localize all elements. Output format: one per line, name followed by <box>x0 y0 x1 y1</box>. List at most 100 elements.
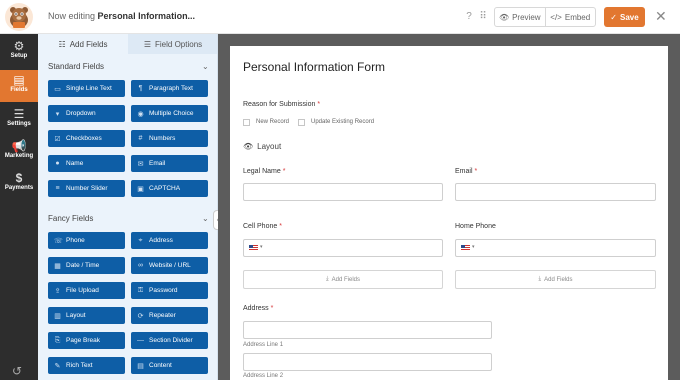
help-icon[interactable]: ? <box>462 10 476 24</box>
field-button-label: Address <box>149 237 173 244</box>
chevron-down-icon: ▾ <box>472 244 475 250</box>
field-button-section-divider[interactable]: — Section Divider <box>131 332 208 349</box>
address-text: Address <box>243 305 269 312</box>
embed-label: Embed <box>564 12 591 22</box>
field-button-label: Layout <box>66 312 86 319</box>
field-button-rich-text[interactable]: ✎ Rich Text <box>48 357 125 374</box>
legal-name-text: Legal Name <box>243 168 281 175</box>
address-line-2-input[interactable] <box>243 353 492 371</box>
field-button-label: Phone <box>66 237 85 244</box>
eye-icon: 👁 <box>243 142 254 151</box>
field-button-label: Number Slider <box>66 185 108 192</box>
rail-item-marketing[interactable]: 📢 Marketing <box>0 136 38 168</box>
form-name: Personal Information... <box>97 11 196 21</box>
preview-label: Preview <box>512 12 541 22</box>
history-icon[interactable]: ↺ <box>12 364 22 378</box>
tab-field-options[interactable]: ☰ Field Options <box>128 34 217 54</box>
field-button-website-url[interactable]: ∞ Website / URL <box>131 257 208 274</box>
add-fields-column-left[interactable]: ⤓ Add Fields <box>243 270 443 289</box>
panel-tabs: ☷ Add Fields ☰ Field Options <box>38 34 217 54</box>
cell-phone-label: Cell Phone * <box>243 223 282 230</box>
checkbox-new-record[interactable] <box>243 119 250 126</box>
field-button-layout[interactable]: ▥ Layout <box>48 307 125 324</box>
link-icon: ∞ <box>138 262 143 269</box>
preview-button[interactable]: 👁 Preview <box>495 8 545 26</box>
field-button-label: Checkboxes <box>66 135 102 142</box>
field-button-content[interactable]: ▤ Content <box>131 357 208 374</box>
email-label: Email * <box>455 168 477 175</box>
radio-icon: ◉ <box>137 110 144 118</box>
checkbox-update-existing[interactable] <box>298 119 305 126</box>
repeat-icon: ⟳ <box>137 312 144 320</box>
rail-item-settings[interactable]: ☰ Settings <box>0 104 38 136</box>
required-mark: * <box>317 101 321 108</box>
top-bar: Now editing Personal Information... ? ⠿ … <box>0 0 680 34</box>
required-mark: * <box>282 168 286 175</box>
field-button-file-upload[interactable]: ⇪ File Upload <box>48 282 125 299</box>
rail-item-setup[interactable]: ⚙ Setup <box>0 36 38 68</box>
field-button-label: Dropdown <box>66 110 96 117</box>
save-button[interactable]: ✓ Save <box>604 7 645 27</box>
home-phone-input[interactable]: ▾ <box>455 239 656 257</box>
required-mark: * <box>279 223 282 230</box>
field-button-name[interactable]: ● Name <box>48 155 125 172</box>
field-button-captcha[interactable]: ▣ CAPTCHA <box>131 180 208 197</box>
field-button-date-time[interactable]: ▦ Date / Time <box>48 257 125 274</box>
map-pin-icon: ⌖ <box>138 236 143 244</box>
embed-button[interactable]: </> Embed <box>544 8 596 26</box>
rail-label: Setup <box>10 53 28 59</box>
check-icon: ✓ <box>610 12 617 22</box>
paragraph-icon: ¶ <box>138 85 143 92</box>
field-button-address[interactable]: ⌖ Address <box>131 232 208 249</box>
option-update-existing: Update Existing Record <box>311 119 375 125</box>
fancy-fields-heading[interactable]: Fancy Fields <box>48 214 93 223</box>
address-line-1-input[interactable] <box>243 321 492 339</box>
us-flag-icon[interactable] <box>461 245 470 251</box>
chevron-down-icon[interactable]: ⌄ <box>202 62 209 71</box>
field-button-single-line-text[interactable]: ▭ Single Line Text <box>48 80 125 97</box>
field-button-numbers[interactable]: # Numbers <box>131 130 208 147</box>
field-button-label: Email <box>149 160 166 167</box>
us-flag-icon[interactable] <box>249 245 258 251</box>
legal-name-input[interactable] <box>243 183 443 201</box>
field-button-password[interactable]: ⚿ Password <box>131 282 208 299</box>
tab-label: Field Options <box>155 39 203 49</box>
field-button-dropdown[interactable]: ▾ Dropdown <box>48 105 125 122</box>
email-input[interactable] <box>455 183 656 201</box>
field-button-label: Numbers <box>149 135 176 142</box>
layout-heading[interactable]: 👁 Layout <box>243 142 281 151</box>
rich-text-icon: ✎ <box>54 362 61 370</box>
slider-icon: ≡ <box>55 185 60 192</box>
required-mark: * <box>474 168 478 175</box>
field-button-page-break[interactable]: ⎘ Page Break <box>48 332 125 349</box>
preview-embed-group: 👁 Preview </> Embed <box>494 7 596 27</box>
field-button-number-slider[interactable]: ≡ Number Slider <box>48 180 125 197</box>
field-button-paragraph-text[interactable]: ¶ Paragraph Text <box>131 80 208 97</box>
code-icon: </> <box>550 12 562 22</box>
reason-label[interactable]: Reason for Submission * <box>243 101 320 108</box>
reason-label-text: Reason for Submission <box>243 101 316 108</box>
tab-add-fields[interactable]: ☷ Add Fields <box>38 34 128 54</box>
field-button-checkboxes[interactable]: ☑ Checkboxes <box>48 130 125 147</box>
cell-phone-text: Cell Phone <box>243 223 278 230</box>
field-button-multiple-choice[interactable]: ◉ Multiple Choice <box>131 105 208 122</box>
grid-icon[interactable]: ⠿ <box>476 10 490 24</box>
field-button-label: Section Divider <box>149 337 193 344</box>
standard-fields-heading[interactable]: Standard Fields <box>48 62 104 71</box>
field-button-label: Content <box>149 362 172 369</box>
layout-label: Layout <box>257 142 282 151</box>
save-label: Save <box>620 12 639 22</box>
cell-phone-input[interactable]: ▾ <box>243 239 443 257</box>
field-button-email[interactable]: ✉ Email <box>131 155 208 172</box>
close-icon[interactable]: ✕ <box>655 8 667 24</box>
rail-item-payments[interactable]: $ Payments <box>0 168 38 200</box>
envelope-icon: ✉ <box>137 160 144 168</box>
content-icon: ▤ <box>137 362 144 370</box>
field-button-phone[interactable]: ☏ Phone <box>48 232 125 249</box>
add-fields-column-right[interactable]: ⤓ Add Fields <box>455 270 656 289</box>
page-break-icon: ⎘ <box>54 336 61 344</box>
dollar-icon: $ <box>15 171 23 185</box>
chevron-down-icon[interactable]: ⌄ <box>202 214 209 223</box>
rail-item-fields[interactable]: ▤ Fields <box>0 70 38 102</box>
field-button-repeater[interactable]: ⟳ Repeater <box>131 307 208 324</box>
